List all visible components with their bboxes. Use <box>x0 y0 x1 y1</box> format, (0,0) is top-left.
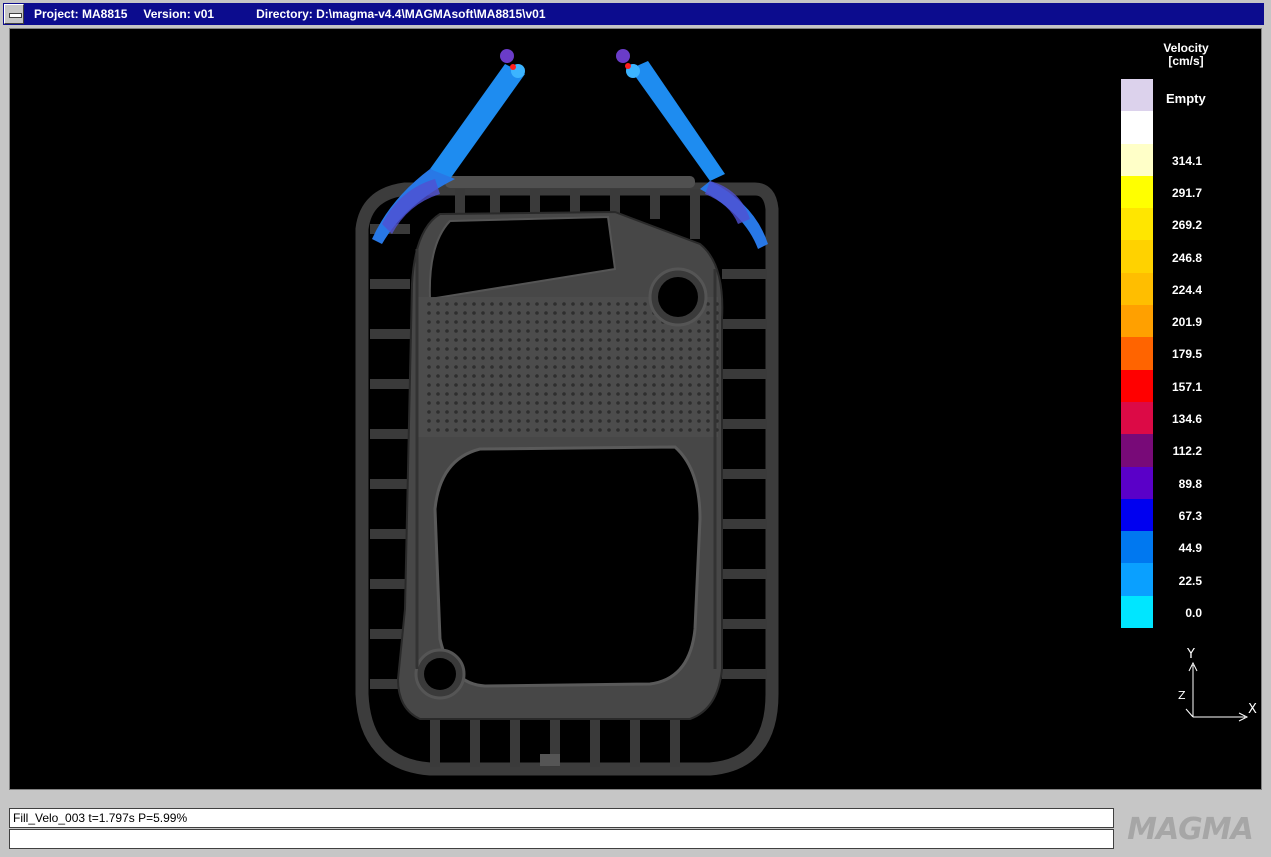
left-gate-runner <box>430 64 525 179</box>
legend-value-label: 22.5 <box>1178 573 1202 588</box>
directory-path: Directory: D:\magma-v4.4\MAGMAsoft\MA881… <box>256 7 546 21</box>
3d-viewport[interactable]: Velocity [cm/s] Empty 314.1 291.7 269.2 246… <box>9 28 1262 790</box>
legend-cell-empty <box>1121 79 1153 112</box>
version-label: Version: v01 <box>143 7 215 21</box>
legend-value-label: 291.7 <box>1171 185 1202 200</box>
right-rungs <box>722 269 767 679</box>
legend-value-label: 269.2 <box>1171 218 1202 233</box>
project-name: Project: MA8815 <box>34 7 128 21</box>
left-sprue <box>500 49 514 63</box>
lower-opening <box>433 445 702 688</box>
axis-y-label: Y <box>1187 647 1195 662</box>
legend-value-label: 314.1 <box>1171 153 1202 168</box>
legend-value-label: 112.2 <box>1172 444 1202 459</box>
legend-value-label: 224.4 <box>1171 282 1202 297</box>
legend-value-label: 134.6 <box>1171 412 1202 426</box>
legend-value-label: 179.5 <box>1171 347 1202 362</box>
legend-value-label: 67.3 <box>1178 508 1202 523</box>
legend-title: Velocity [cm/s] <box>1145 42 1227 68</box>
legend-value-label: 246.8 <box>1171 250 1202 265</box>
logo-text: MAGMA <box>1127 811 1254 847</box>
legend-title-unit: [cm/s] <box>1168 54 1204 68</box>
legend-value-label: 89.8 <box>1178 476 1202 491</box>
right-sprue <box>616 49 630 63</box>
legend-empty-label: Empty <box>1166 91 1206 106</box>
legend-cell <box>1121 111 1153 144</box>
axis-x-label: X <box>1248 702 1257 717</box>
system-menu-icon[interactable] <box>4 4 24 24</box>
legend-value-label: 157.1 <box>1171 379 1202 394</box>
title-bar: Project: MA8815 Version: v01 Directory: … <box>3 3 1264 25</box>
status-line-2 <box>9 829 1114 849</box>
casting-model <box>355 49 779 776</box>
magma-logo: MAGMA <box>1115 806 1265 852</box>
top-crossbar <box>445 176 695 188</box>
axis-z-label: Z <box>1178 689 1186 702</box>
legend-value-label: 0.0 <box>1185 605 1202 620</box>
legend-value-label: 201.9 <box>1171 315 1202 330</box>
legend-value-label: 44.9 <box>1178 541 1202 556</box>
status-line: Fill_Velo_003 t=1.797s P=5.99% <box>9 808 1114 828</box>
right-gate-runner <box>630 61 725 181</box>
